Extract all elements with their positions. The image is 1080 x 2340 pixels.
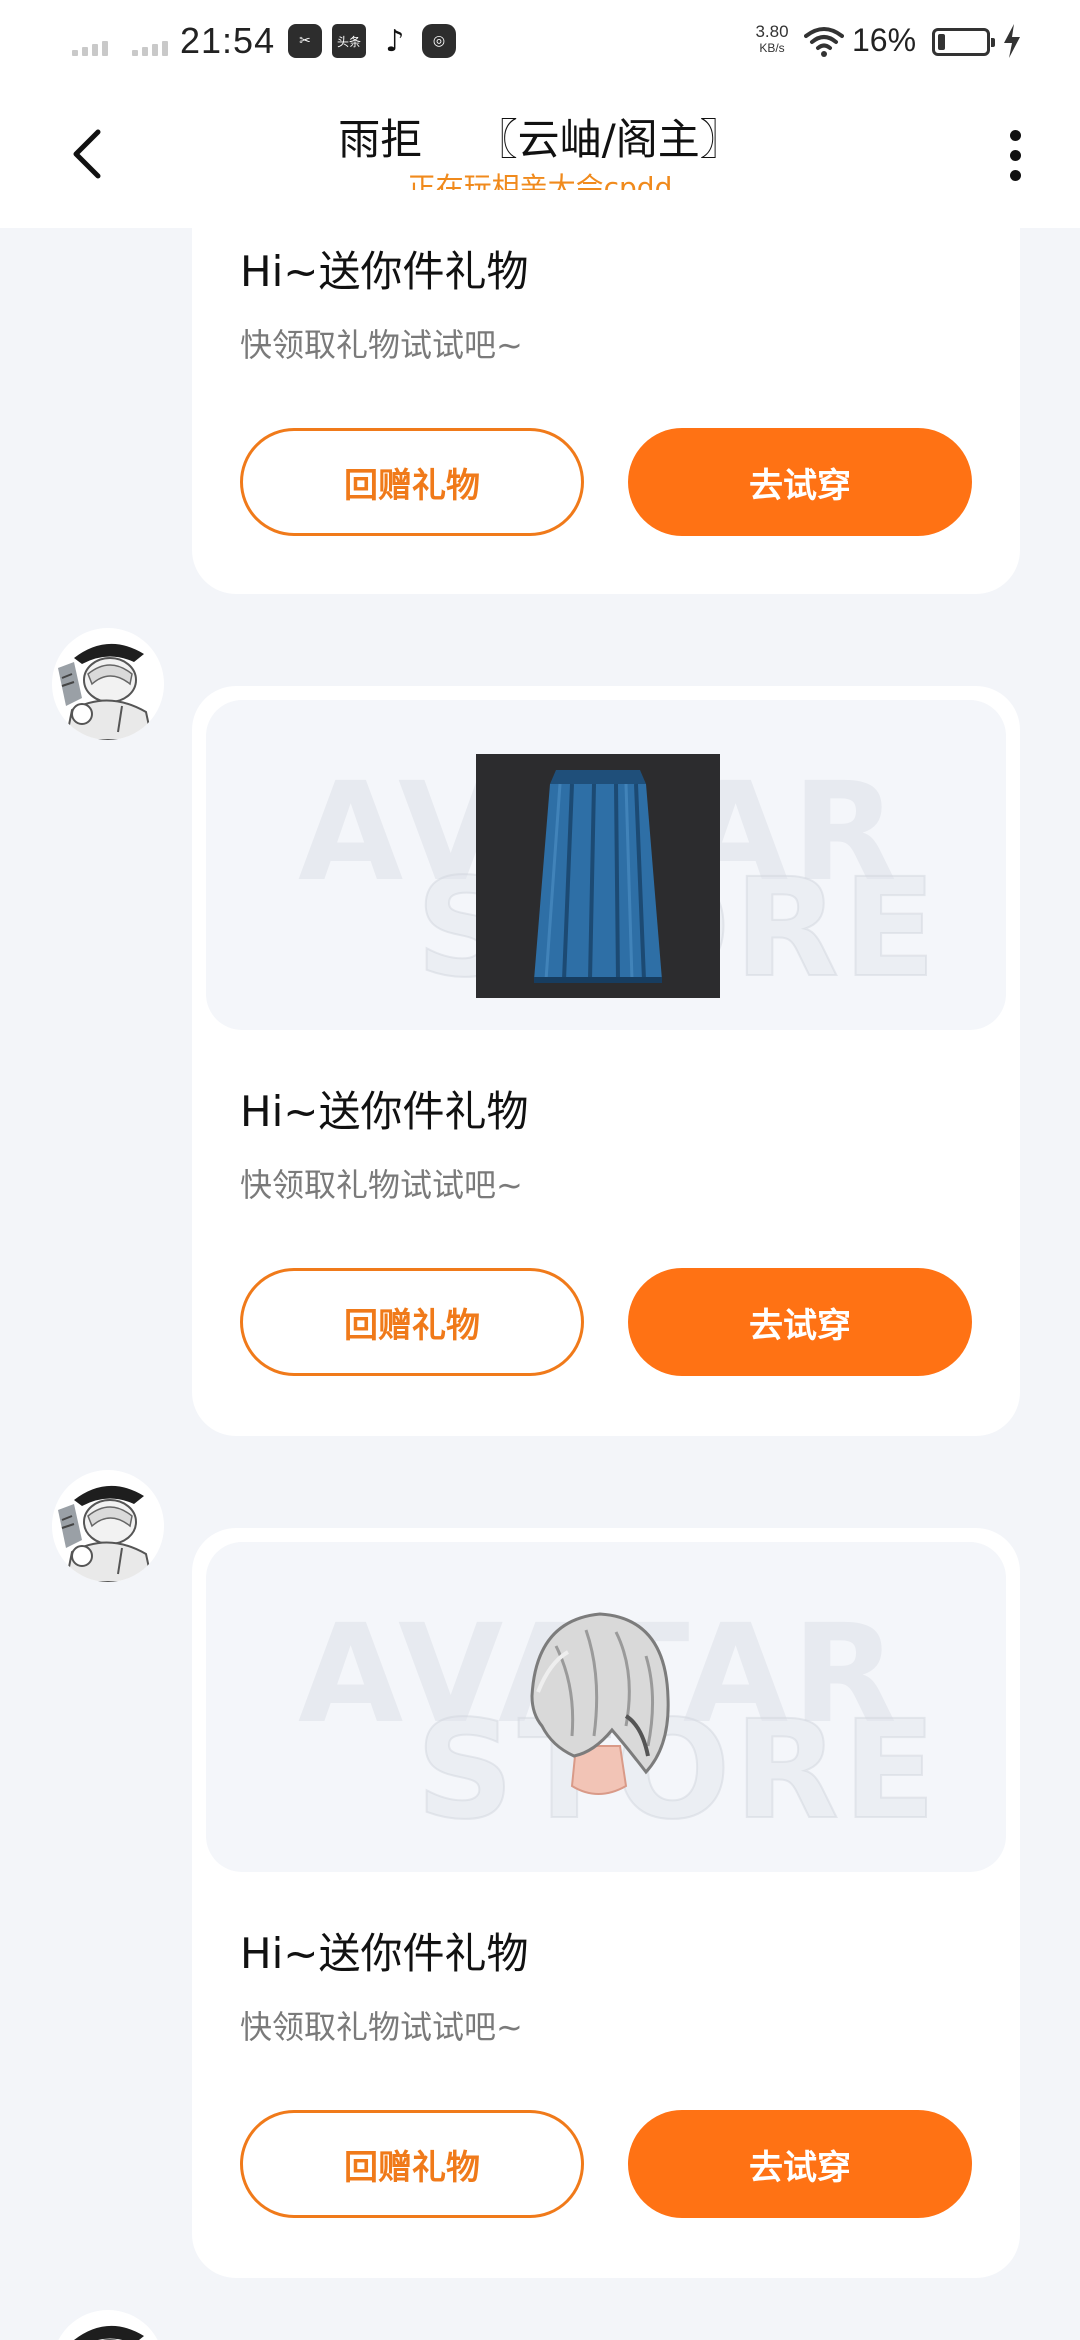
blue-skirt-image	[476, 754, 720, 998]
battery-icon	[932, 28, 995, 56]
clock: 21:54	[180, 20, 276, 61]
gift-message-card: AVATAR STORE Hi~送你件礼物 快领取礼物试试吧~ 回赠礼物 去试穿	[192, 1528, 1020, 2278]
gift-message-title: Hi~送你件礼物	[240, 247, 529, 296]
tiktok-app-icon: ♪	[385, 23, 405, 59]
more-options-icon[interactable]	[1000, 126, 1030, 186]
chat-title: 雨拒 〖云岫/阁主〗	[338, 115, 742, 164]
toutiao-app-icon: 头条	[332, 24, 366, 58]
gift-message-desc: 快领取礼物试试吧~	[240, 326, 523, 364]
try-on-button[interactable]: 去试穿	[628, 428, 972, 536]
silver-hair-image	[530, 1612, 670, 1795]
try-on-button[interactable]: 去试穿	[628, 2110, 972, 2218]
charging-icon	[1004, 24, 1020, 58]
gift-message-desc: 快领取礼物试试吧~	[240, 2008, 523, 2046]
gift-message-card: AVATAR STORE Hi~送你件礼物 快领取礼物试试吧~ 回赠礼物 去试穿	[192, 686, 1020, 1436]
avatar-image	[52, 1470, 164, 1582]
avatar[interactable]	[52, 1470, 164, 1582]
signal-icon	[72, 40, 108, 56]
gift-preview[interactable]: AVATAR STORE	[206, 1542, 1006, 1872]
gift-message-desc: 快领取礼物试试吧~	[240, 1166, 523, 1204]
signal-icon	[132, 40, 168, 56]
return-gift-button[interactable]: 回赠礼物	[240, 1268, 584, 1376]
chat-app-icon: ◎	[422, 24, 456, 58]
gift-message-card: Hi~送你件礼物 快领取礼物试试吧~ 回赠礼物 去试穿	[192, 190, 1020, 594]
wifi-icon	[804, 27, 844, 57]
try-on-button[interactable]: 去试穿	[628, 1268, 972, 1376]
status-bar: 21:54 ✂ 头条 ♪ ◎ 3.80 KB/s 16%	[0, 0, 1080, 86]
return-gift-button[interactable]: 回赠礼物	[240, 428, 584, 536]
avatar-image	[52, 628, 164, 740]
gift-preview[interactable]: AVATAR STORE	[206, 700, 1006, 1030]
network-speed: 3.80 KB/s	[755, 22, 789, 55]
gift-message-title: Hi~送你件礼物	[240, 1087, 529, 1136]
gift-message-title: Hi~送你件礼物	[240, 1929, 529, 1978]
avatar-image	[58, 2310, 158, 2340]
return-gift-button[interactable]: 回赠礼物	[240, 2110, 584, 2218]
avatar[interactable]	[52, 2310, 164, 2340]
battery-percent: 16%	[852, 22, 917, 58]
scissors-app-icon: ✂	[288, 24, 322, 58]
avatar[interactable]	[52, 628, 164, 740]
